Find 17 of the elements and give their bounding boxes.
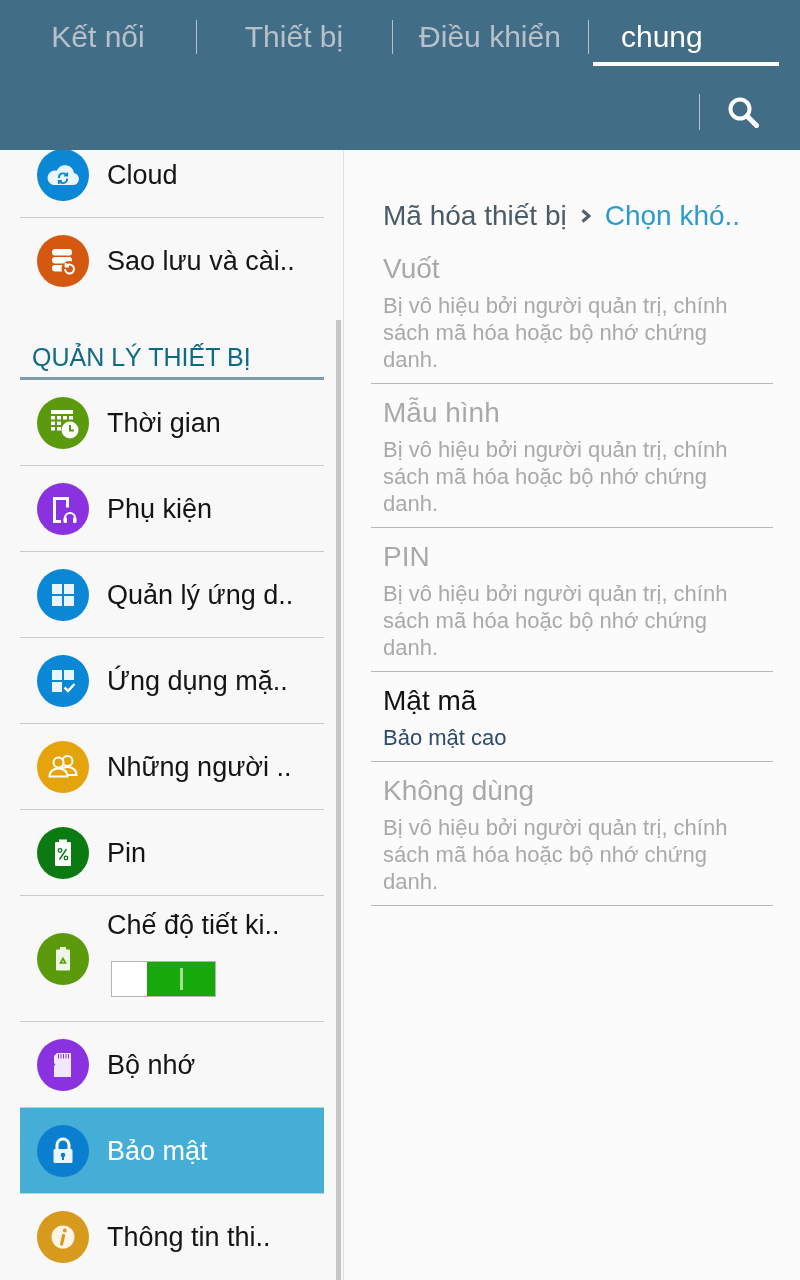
sidebar-item[interactable]: Phụ kiện: [20, 466, 324, 552]
search-icon: [727, 96, 759, 128]
sidebar-item[interactable]: Chế độ tiết ki..: [20, 896, 324, 1022]
section-header: QUẢN LÝ THIẾT BỊ: [20, 304, 324, 380]
breadcrumb-link[interactable]: Mã hóa thiết bị: [383, 198, 567, 234]
breadcrumb-current: Chọn khó..: [604, 199, 741, 233]
sidebar-item[interactable]: Thời gian: [20, 380, 324, 466]
sidebar-item[interactable]: Ứng dụng mặ..: [20, 638, 324, 724]
sidebar-item[interactable]: Thông tin thi..: [20, 1194, 324, 1280]
sidebar-item[interactable]: Những người ..: [20, 724, 324, 810]
sidebar-item[interactable]: Pin: [20, 810, 324, 896]
sidebar-item[interactable]: Sao lưu và cài..: [20, 218, 324, 304]
tab[interactable]: chung: [593, 0, 779, 66]
sidebar-item[interactable]: Quản lý ứng d..: [20, 552, 324, 638]
sidebar-item[interactable]: Cloud: [20, 150, 324, 218]
lock-option[interactable]: Mật mã Bảo mật cao: [371, 672, 773, 762]
toggle-switch[interactable]: [111, 961, 216, 997]
